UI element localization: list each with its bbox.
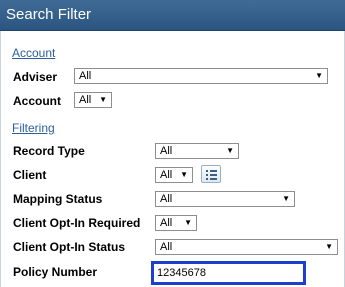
chevron-down-icon: ▼ — [325, 242, 333, 251]
client-optin-required-label: Client Opt-In Required — [13, 216, 141, 230]
mapping-status-label: Mapping Status — [13, 192, 103, 206]
policy-number-label: Policy Number — [13, 265, 98, 279]
account-value: All — [79, 94, 92, 106]
chevron-down-icon: ▼ — [226, 146, 234, 155]
policy-number-input[interactable]: 12345678 — [151, 261, 306, 285]
mapping-status-select[interactable]: All ▼ — [155, 191, 295, 207]
account-label: Account — [13, 94, 61, 108]
client-optin-status-label: Client Opt-In Status — [13, 240, 125, 254]
client-select[interactable]: All ▼ — [155, 167, 193, 183]
account-select[interactable]: All ▼ — [74, 92, 112, 108]
chevron-down-icon: ▼ — [315, 71, 323, 80]
client-label: Client — [13, 168, 47, 182]
chevron-down-icon: ▼ — [180, 170, 188, 179]
client-value: All — [160, 169, 173, 181]
record-type-select[interactable]: All ▼ — [155, 143, 239, 159]
chevron-down-icon: ▼ — [99, 95, 107, 104]
section-account[interactable]: Account — [12, 46, 55, 60]
record-type-value: All — [160, 145, 173, 157]
policy-number-value: 12345678 — [157, 267, 206, 279]
client-optin-required-select[interactable]: All ▼ — [155, 215, 197, 231]
adviser-value: All — [79, 70, 92, 82]
client-list-button[interactable] — [201, 165, 221, 183]
chevron-down-icon: ▼ — [184, 218, 192, 227]
adviser-select[interactable]: All ▼ — [74, 68, 328, 84]
record-type-label: Record Type — [13, 144, 85, 158]
client-optin-status-select[interactable]: All ▼ — [155, 239, 338, 255]
panel-header: Search Filter — [0, 0, 345, 31]
mapping-status-value: All — [160, 193, 173, 205]
client-optin-status-value: All — [160, 241, 173, 253]
chevron-down-icon: ▼ — [282, 194, 290, 203]
client-optin-required-value: All — [160, 217, 173, 229]
section-filtering[interactable]: Filtering — [12, 121, 55, 135]
panel-title: Search Filter — [6, 6, 92, 23]
adviser-label: Adviser — [13, 70, 58, 84]
